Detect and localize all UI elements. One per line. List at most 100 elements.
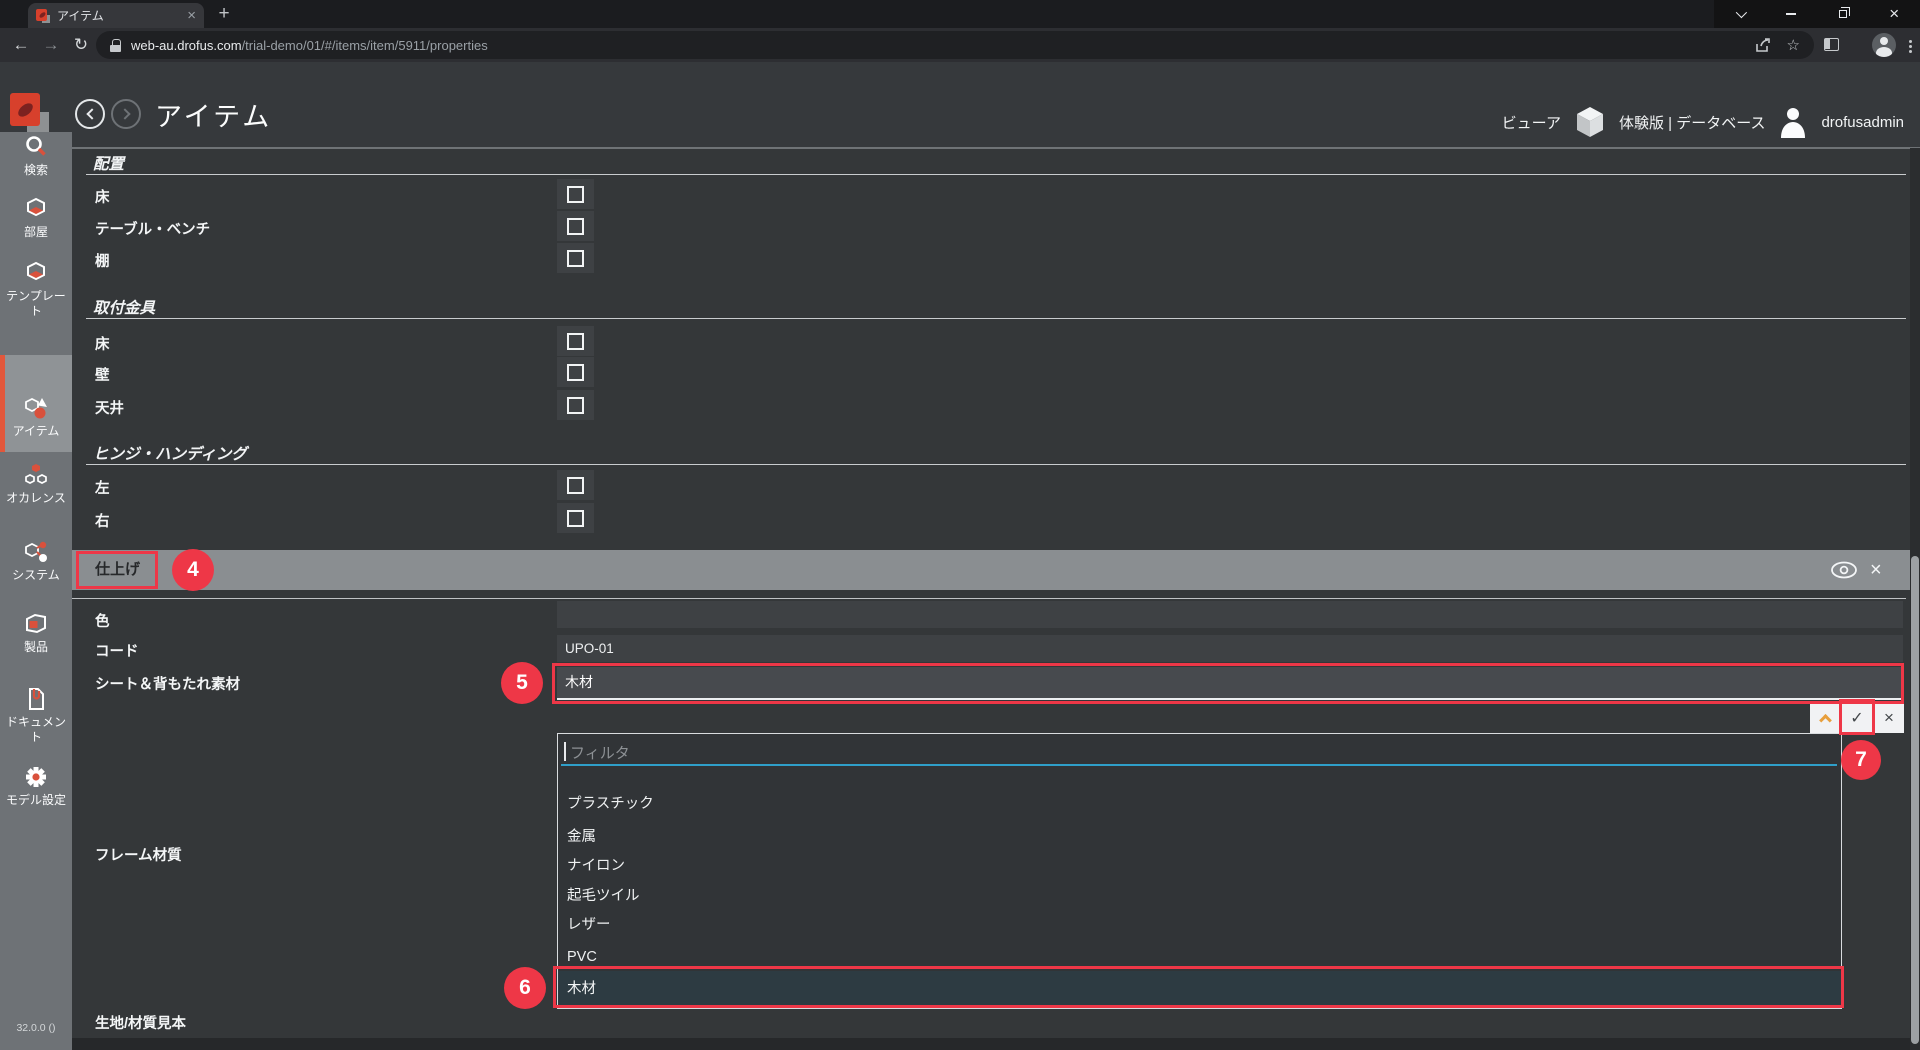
- app-forward-button: [111, 99, 141, 129]
- field-label-color: 色: [95, 610, 110, 631]
- sidebar-item-products[interactable]: 製品: [0, 611, 72, 655]
- dropdown-option-plastic[interactable]: プラスチック: [558, 789, 1841, 819]
- browser-toolbar: ← → ↻ web-au.drofus.com/trial-demo/01/#/…: [0, 28, 1920, 62]
- annotation-badge-5: 5: [501, 662, 543, 704]
- section-divider: [86, 464, 1906, 465]
- checkbox-floor2[interactable]: [557, 326, 594, 356]
- row-label-right: 右: [95, 510, 110, 531]
- environment-label[interactable]: 体験版 | データベース: [1619, 112, 1765, 133]
- annotation-box-4: [76, 551, 158, 589]
- row-label-shelf: 棚: [95, 250, 110, 271]
- checkbox-icon: [567, 218, 584, 235]
- url-host: web-au.drofus.com: [131, 38, 242, 53]
- lock-icon: [110, 39, 121, 52]
- field-value-code[interactable]: UPO-01: [557, 635, 1903, 662]
- field-label-seat-material: シート＆背もたれ素材: [95, 673, 240, 694]
- field-value-color[interactable]: [557, 601, 1903, 628]
- section-title-mounting: 取付金具: [93, 296, 155, 318]
- window-menu-chevron-icon[interactable]: [1714, 0, 1766, 28]
- browser-tab-bar: アイテム × + ×: [0, 0, 1920, 28]
- viewer-label[interactable]: ビューア: [1502, 112, 1561, 133]
- dropdown-option-nylon[interactable]: ナイロン: [558, 851, 1841, 881]
- annotation-box-7: [1839, 699, 1875, 735]
- checkbox-left[interactable]: [557, 470, 594, 500]
- user-icon: [1778, 106, 1808, 138]
- checkbox-floor[interactable]: [557, 179, 594, 209]
- row-label-table-bench: テーブル・ベンチ: [95, 218, 210, 239]
- checkbox-icon: [567, 477, 584, 494]
- side-panel-icon[interactable]: [1824, 38, 1839, 51]
- eye-icon[interactable]: [1830, 560, 1858, 580]
- row-label-wall: 壁: [95, 364, 110, 385]
- checkbox-icon: [567, 186, 584, 203]
- sidebar-item-items[interactable]: アイテム: [0, 395, 72, 439]
- browser-tab[interactable]: アイテム ×: [28, 3, 204, 28]
- browser-profile-avatar[interactable]: [1872, 33, 1896, 57]
- filter-input[interactable]: フィルタ: [570, 742, 630, 763]
- browser-reload-icon[interactable]: ↻: [68, 28, 94, 62]
- viewer-cube-icon[interactable]: [1574, 105, 1606, 139]
- filter-underline: [561, 764, 1837, 766]
- drofus-favicon-icon: [36, 9, 50, 23]
- checkbox-icon: [567, 364, 584, 381]
- finish-close-icon[interactable]: ×: [1870, 550, 1882, 590]
- share-icon[interactable]: [1755, 38, 1771, 53]
- dropdown-option-metal[interactable]: 金属: [558, 822, 1841, 852]
- sidebar-item-rooms[interactable]: 部屋: [0, 196, 72, 240]
- user-name[interactable]: drofusadmin: [1821, 114, 1904, 131]
- window-close-icon[interactable]: ×: [1869, 0, 1920, 28]
- sidebar-item-documents[interactable]: ドキュメント: [0, 686, 72, 745]
- bookmark-star-icon[interactable]: ☆: [1787, 36, 1800, 54]
- app-back-button[interactable]: [75, 99, 105, 129]
- section-divider: [86, 318, 1906, 319]
- sidebar-item-model-settings[interactable]: モデル設定: [0, 764, 72, 808]
- sidebar-item-systems[interactable]: システム: [0, 539, 72, 583]
- checkbox-icon: [567, 397, 584, 414]
- address-bar[interactable]: web-au.drofus.com/trial-demo/01/#/items/…: [96, 31, 1814, 59]
- app-header: アイテム ビューア 体験版 | データベース drofusadmin: [0, 62, 1920, 148]
- scrollbar-thumb[interactable]: [1911, 556, 1919, 1044]
- template-box-icon: [23, 260, 49, 286]
- checkbox-right[interactable]: [557, 503, 594, 533]
- tab-close-icon[interactable]: ×: [187, 9, 196, 23]
- editor-collapse-button[interactable]: [1810, 702, 1840, 733]
- items-icon: [23, 395, 49, 421]
- dropdown-option-leather[interactable]: レザー: [558, 910, 1841, 940]
- content-bottom-strip: [72, 1038, 1920, 1050]
- section-title-placement: 配置: [93, 152, 124, 174]
- sidebar-item-templates[interactable]: テンプレート: [0, 260, 72, 319]
- editor-cancel-button[interactable]: ×: [1873, 702, 1904, 733]
- window-minimize-icon[interactable]: [1766, 0, 1818, 28]
- browser-back-icon[interactable]: ←: [8, 28, 34, 62]
- browser-menu-dots-icon[interactable]: [1909, 40, 1912, 43]
- dropdown-option-twill[interactable]: 起毛ツイル: [558, 881, 1841, 911]
- annotation-badge-4: 4: [172, 549, 214, 591]
- checkbox-ceiling[interactable]: [557, 390, 594, 420]
- checkbox-icon: [567, 333, 584, 350]
- url-text: web-au.drofus.com/trial-demo/01/#/items/…: [131, 38, 488, 53]
- url-path: /trial-demo/01/#/items/item/5911/propert…: [242, 38, 488, 53]
- document-icon: [23, 686, 49, 712]
- tab-title: アイテム: [57, 7, 180, 24]
- sidebar-item-search[interactable]: 検索: [0, 134, 72, 178]
- product-box-icon: [23, 611, 49, 637]
- chevron-up-icon: [1819, 714, 1832, 727]
- checkbox-table-bench[interactable]: [557, 211, 594, 241]
- finish-section-bar[interactable]: 仕上げ ×: [72, 550, 1910, 590]
- browser-forward-icon[interactable]: →: [38, 28, 64, 62]
- checkbox-wall[interactable]: [557, 357, 594, 387]
- checkbox-shelf[interactable]: [557, 243, 594, 273]
- row-label-floor: 床: [95, 186, 110, 207]
- annotation-badge-6: 6: [504, 967, 546, 1009]
- window-restore-icon[interactable]: [1817, 0, 1869, 28]
- field-label-code: コード: [95, 640, 139, 661]
- search-icon: [23, 134, 49, 160]
- app-version: 32.0.0 (): [0, 1022, 72, 1034]
- vertical-scrollbar[interactable]: [1910, 148, 1920, 1050]
- section-divider: [86, 174, 1906, 175]
- content-top-divider: [72, 148, 1920, 149]
- text-caret: [564, 742, 566, 761]
- sidebar-item-occurrences[interactable]: オカレンス: [0, 462, 72, 506]
- new-tab-button[interactable]: +: [212, 2, 236, 26]
- annotation-badge-7: 7: [1841, 740, 1881, 780]
